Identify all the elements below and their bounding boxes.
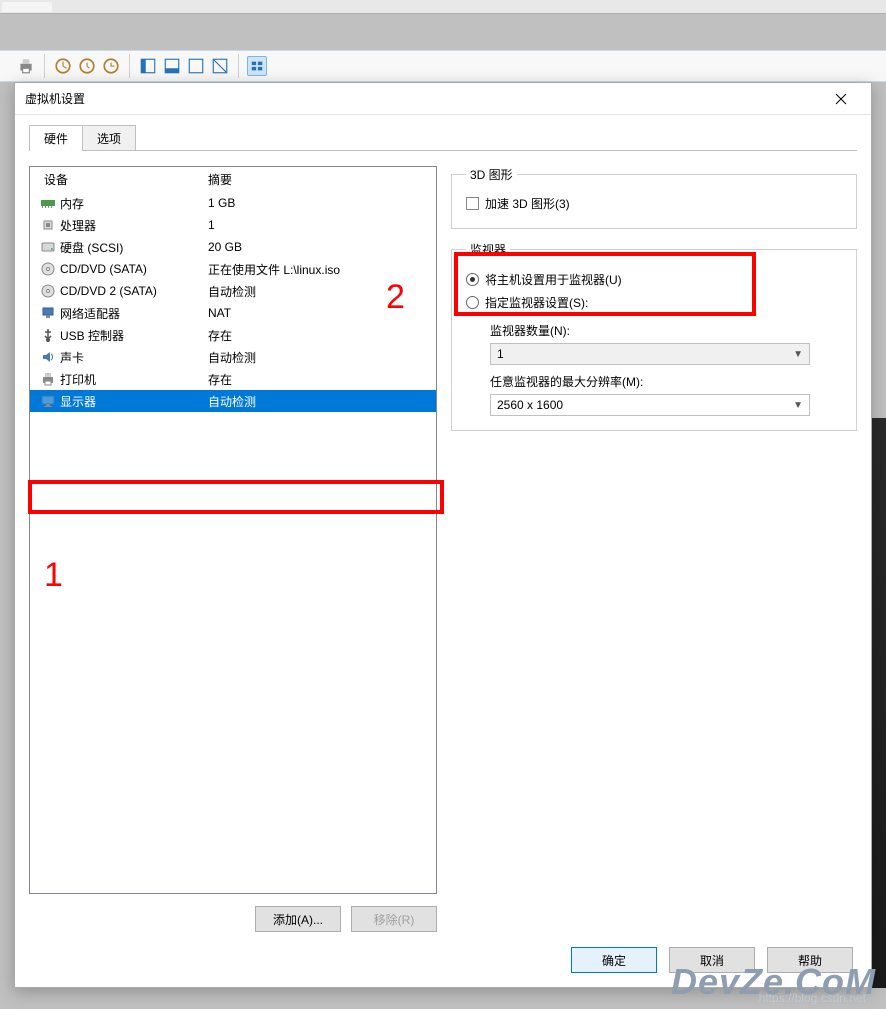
usb-icon (40, 327, 56, 343)
accel-3d-label: 加速 3D 图形(3) (485, 195, 570, 212)
checkbox-icon (466, 197, 479, 210)
net-icon (40, 305, 56, 321)
device-name: 声卡 (60, 349, 84, 366)
annotation-2: 2 (386, 278, 405, 317)
ok-button[interactable]: 确定 (571, 947, 657, 973)
device-row-sound[interactable]: 声卡 自动检测 (30, 346, 436, 368)
device-name: 网络适配器 (60, 305, 120, 322)
group-monitors: 监视器 将主机设置用于监视器(U) 指定监视器设置(S): 监视器数量(N): … (451, 241, 857, 431)
radio-use-host-label: 将主机设置用于监视器(U) (485, 271, 622, 288)
cd-icon (40, 261, 56, 277)
sound-icon (40, 349, 56, 365)
device-summary: 存在 (208, 327, 436, 344)
device-summary: 1 GB (208, 196, 436, 210)
radio-icon (466, 296, 479, 309)
cd-icon (40, 283, 56, 299)
panel-left-icon[interactable] (138, 56, 158, 76)
cpu-icon (40, 217, 56, 233)
unity-icon[interactable] (210, 56, 230, 76)
header-summary: 摘要 (208, 171, 436, 188)
device-summary: 正在使用文件 L:\linux.iso (208, 261, 436, 278)
accel-3d-checkbox[interactable]: 加速 3D 图形(3) (466, 193, 842, 214)
device-name: 内存 (60, 195, 84, 212)
device-summary: 自动检测 (208, 393, 436, 410)
windows-icon[interactable] (247, 56, 267, 76)
device-row-cpu[interactable]: 处理器 1 (30, 214, 436, 236)
add-button[interactable]: 添加(A)... (255, 906, 341, 932)
group-3d-graphics: 3D 图形 加速 3D 图形(3) (451, 166, 857, 229)
device-name: USB 控制器 (60, 327, 124, 344)
dialog-title: 虚拟机设置 (25, 90, 821, 107)
chevron-down-icon: ▼ (793, 349, 803, 360)
fullscreen-icon[interactable] (186, 56, 206, 76)
monitor-count-value: 1 (497, 347, 504, 361)
remove-button: 移除(R) (351, 906, 437, 932)
printer-icon (40, 371, 56, 387)
device-row-disk[interactable]: 硬盘 (SCSI) 20 GB (30, 236, 436, 258)
radio-icon (466, 273, 479, 286)
panel-bottom-icon[interactable] (162, 56, 182, 76)
device-row-usb[interactable]: USB 控制器 存在 (30, 324, 436, 346)
clock3-icon[interactable] (101, 56, 121, 76)
device-summary: 存在 (208, 371, 436, 388)
max-res-label: 任意监视器的最大分辨率(M): (466, 365, 842, 394)
device-summary: 20 GB (208, 240, 436, 254)
annotation-1: 1 (44, 556, 63, 595)
display-icon (40, 393, 56, 409)
device-list[interactable]: 设备 摘要 内存 1 GB 处理器 1 硬盘 (SCSI) 20 GB CD/DVD (SA… (29, 166, 437, 894)
device-name: 打印机 (60, 371, 96, 388)
monitor-count-combo[interactable]: 1 ▼ (490, 343, 810, 365)
device-summary: 自动检测 (208, 349, 436, 366)
tab-row: 硬件 选项 (15, 115, 871, 151)
device-summary: 1 (208, 218, 436, 232)
device-name: CD/DVD 2 (SATA) (60, 284, 157, 298)
legend-3d: 3D 图形 (466, 166, 517, 183)
clock2-icon[interactable] (77, 56, 97, 76)
device-row-cd[interactable]: CD/DVD 2 (SATA)自动检测 (30, 280, 436, 302)
legend-monitors: 监视器 (466, 241, 510, 258)
memory-icon (40, 195, 56, 211)
max-res-combo[interactable]: 2560 x 1600 ▼ (490, 394, 810, 416)
device-name: 显示器 (60, 393, 96, 410)
watermark-brand: DevZe.CoM (671, 961, 876, 1003)
tab-options[interactable]: 选项 (82, 125, 136, 151)
disk-icon (40, 239, 56, 255)
main-toolbar (0, 50, 886, 82)
radio-use-host[interactable]: 将主机设置用于监视器(U) (466, 268, 842, 291)
header-device: 设备 (30, 171, 208, 188)
device-row-cd[interactable]: CD/DVD (SATA) 正在使用文件 L:\linux.iso (30, 258, 436, 280)
device-name: 硬盘 (SCSI) (60, 239, 123, 256)
device-row-printer[interactable]: 打印机 存在 (30, 368, 436, 390)
close-button[interactable] (821, 85, 861, 113)
radio-specify-label: 指定监视器设置(S): (485, 294, 588, 311)
device-row-memory[interactable]: 内存 1 GB (30, 192, 436, 214)
device-row-display[interactable]: 显示器 自动检测 (30, 390, 436, 412)
device-name: 处理器 (60, 217, 96, 234)
chevron-down-icon: ▼ (793, 400, 803, 411)
print-icon[interactable] (16, 56, 36, 76)
tab-hardware[interactable]: 硬件 (29, 125, 83, 151)
device-name: CD/DVD (SATA) (60, 262, 147, 276)
monitor-count-label: 监视器数量(N): (466, 314, 842, 343)
vm-settings-dialog: 虚拟机设置 硬件 选项 设备 摘要 内存 1 GB 处理器 1 硬盘 (SCSI) 20 … (14, 82, 872, 988)
clock1-icon[interactable] (53, 56, 73, 76)
radio-specify[interactable]: 指定监视器设置(S): (466, 291, 842, 314)
max-res-value: 2560 x 1600 (497, 398, 563, 412)
device-row-net[interactable]: 网络适配器NAT (30, 302, 436, 324)
